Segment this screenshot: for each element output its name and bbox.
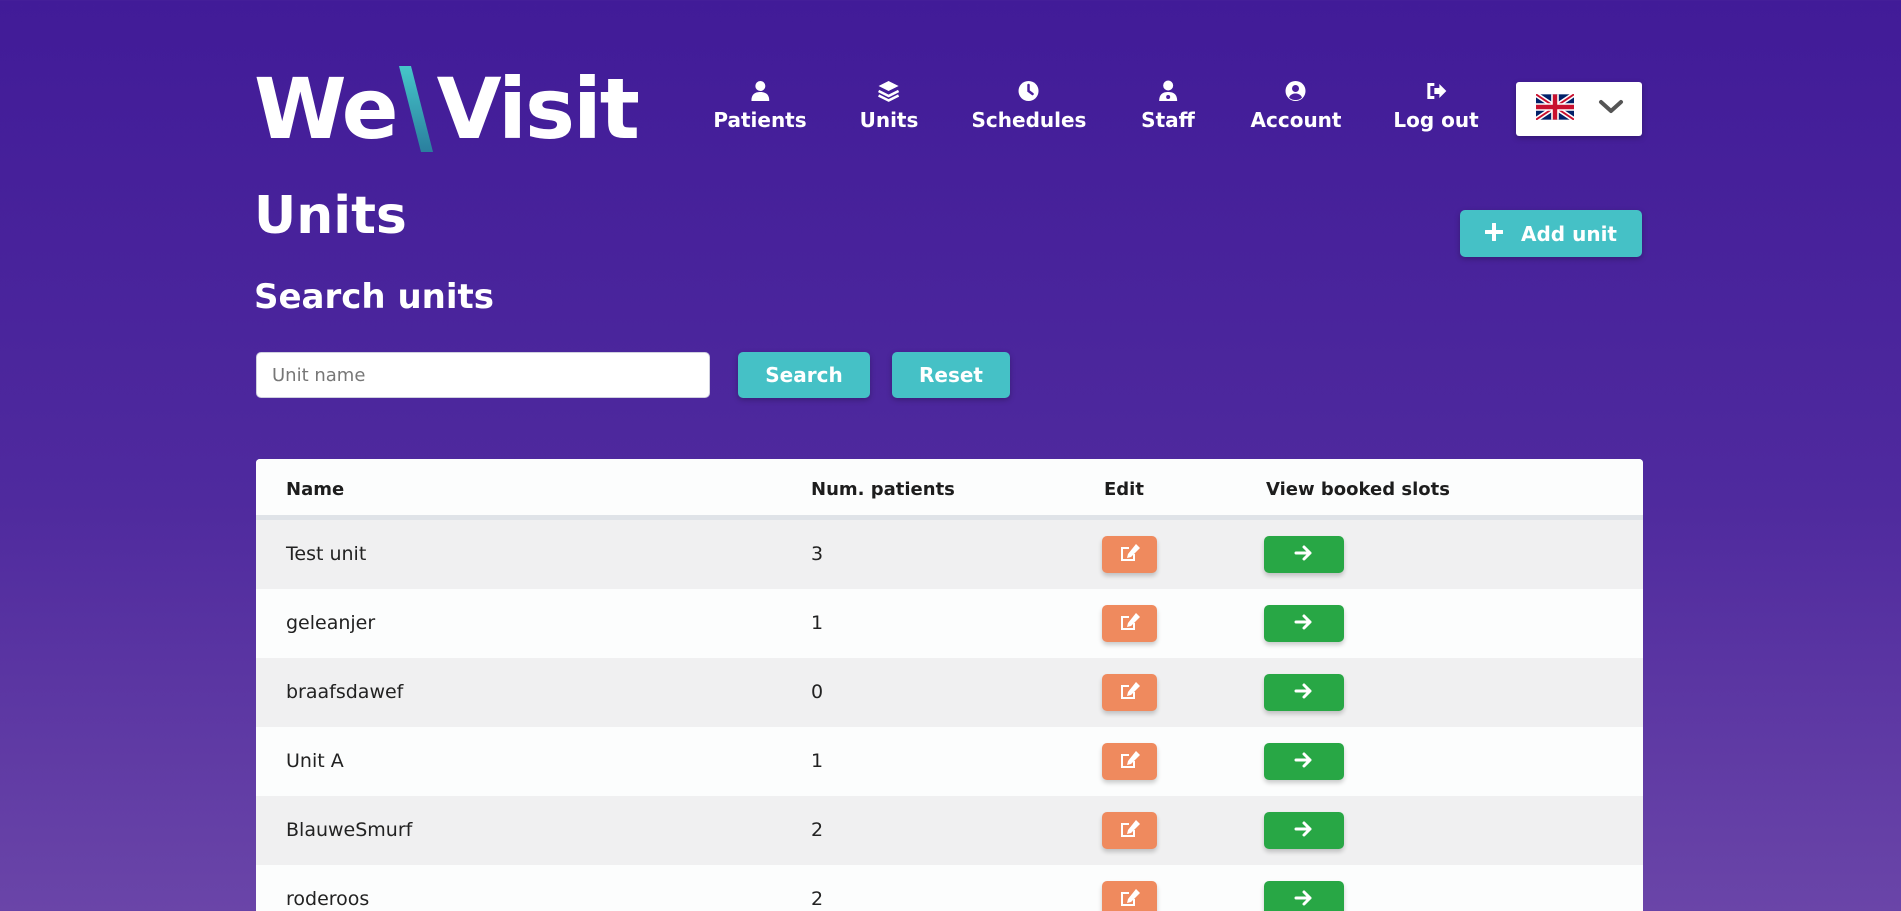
nav-schedules[interactable]: Schedules	[971, 80, 1087, 132]
table-row: Unit A 1	[256, 727, 1643, 796]
nav-account-label: Account	[1250, 108, 1342, 132]
nav-patients[interactable]: Patients	[713, 80, 807, 132]
view-booked-slots-button[interactable]	[1264, 812, 1344, 849]
unit-name-cell: Unit A	[286, 750, 344, 772]
num-patients-cell: 1	[811, 612, 824, 634]
add-unit-button[interactable]: Add unit	[1460, 210, 1642, 257]
add-unit-label: Add unit	[1521, 221, 1617, 246]
num-patients-cell: 2	[811, 888, 824, 910]
nav-staff-label: Staff	[1141, 108, 1195, 132]
view-booked-slots-button[interactable]	[1264, 881, 1344, 911]
unit-name-cell: geleanjer	[286, 612, 376, 634]
edit-icon	[1119, 543, 1141, 567]
table-row: geleanjer 1	[256, 589, 1643, 658]
nav-logout-label: Log out	[1393, 108, 1479, 132]
nav-units-label: Units	[859, 108, 919, 132]
column-header-name: Name	[286, 479, 345, 500]
search-button[interactable]: Search	[738, 352, 870, 398]
wevisit-logo[interactable]: We Visit	[254, 60, 640, 158]
edit-icon	[1119, 819, 1141, 843]
unit-name-cell: roderoos	[286, 888, 370, 910]
num-patients-cell: 2	[811, 819, 824, 841]
unit-name-search-input[interactable]	[256, 352, 710, 398]
account-circle-icon	[1285, 80, 1307, 102]
search-button-label: Search	[765, 363, 843, 387]
num-patients-cell: 0	[811, 681, 824, 703]
nav-units[interactable]: Units	[859, 80, 919, 132]
logo-text-visit: Visit	[436, 60, 640, 158]
edit-unit-button[interactable]	[1102, 743, 1157, 780]
language-select[interactable]	[1516, 82, 1642, 136]
table-row: braafsdawef 0	[256, 658, 1643, 727]
view-booked-slots-button[interactable]	[1264, 536, 1344, 573]
arrow-right-icon	[1294, 613, 1314, 635]
chevron-down-icon	[1598, 99, 1624, 119]
view-booked-slots-button[interactable]	[1264, 674, 1344, 711]
page-title: Units	[254, 186, 407, 246]
unit-name-cell: BlauweSmurf	[286, 819, 413, 841]
column-header-edit: Edit	[1104, 479, 1144, 500]
logo-slash-icon	[398, 66, 433, 152]
edit-icon	[1119, 750, 1141, 774]
nav-staff[interactable]: Staff	[1141, 80, 1195, 132]
arrow-right-icon	[1294, 682, 1314, 704]
table-header: Name Num. patients Edit View booked slot…	[256, 459, 1643, 520]
nav-logout[interactable]: Log out	[1393, 80, 1479, 132]
search-section-title: Search units	[254, 277, 495, 317]
sign-out-icon	[1425, 80, 1447, 102]
reset-button[interactable]: Reset	[892, 352, 1010, 398]
logo-text-we: We	[254, 60, 399, 158]
edit-icon	[1119, 612, 1141, 636]
nav-schedules-label: Schedules	[971, 108, 1087, 132]
view-booked-slots-button[interactable]	[1264, 743, 1344, 780]
staff-icon	[1157, 80, 1179, 102]
unit-name-cell: Test unit	[286, 543, 367, 565]
table-row: BlauweSmurf 2	[256, 796, 1643, 865]
reset-button-label: Reset	[919, 363, 983, 387]
unit-name-cell: braafsdawef	[286, 681, 404, 703]
column-header-view-booked-slots: View booked slots	[1266, 479, 1450, 500]
edit-unit-button[interactable]	[1102, 605, 1157, 642]
units-table: Name Num. patients Edit View booked slot…	[256, 459, 1643, 911]
column-header-num-patients: Num. patients	[811, 479, 955, 500]
clock-icon	[1018, 80, 1040, 102]
uk-flag-icon	[1534, 92, 1576, 124]
arrow-right-icon	[1294, 751, 1314, 773]
arrow-right-icon	[1294, 889, 1314, 911]
edit-unit-button[interactable]	[1102, 812, 1157, 849]
edit-unit-button[interactable]	[1102, 881, 1157, 911]
arrow-right-icon	[1294, 820, 1314, 842]
user-icon	[749, 80, 771, 102]
layers-icon	[878, 80, 900, 102]
nav-patients-label: Patients	[713, 108, 807, 132]
edit-unit-button[interactable]	[1102, 674, 1157, 711]
edit-icon	[1119, 681, 1141, 705]
plus-icon	[1484, 221, 1505, 246]
arrow-right-icon	[1294, 544, 1314, 566]
edit-icon	[1119, 888, 1141, 911]
nav-account[interactable]: Account	[1250, 80, 1342, 132]
table-row: Test unit 3	[256, 520, 1643, 589]
edit-unit-button[interactable]	[1102, 536, 1157, 573]
table-row: roderoos 2	[256, 865, 1643, 911]
num-patients-cell: 1	[811, 750, 824, 772]
num-patients-cell: 3	[811, 543, 824, 565]
table-body: Test unit 3 geleanjer 1 braafsdawef 0 Unit A 1 B…	[256, 520, 1643, 911]
view-booked-slots-button[interactable]	[1264, 605, 1344, 642]
